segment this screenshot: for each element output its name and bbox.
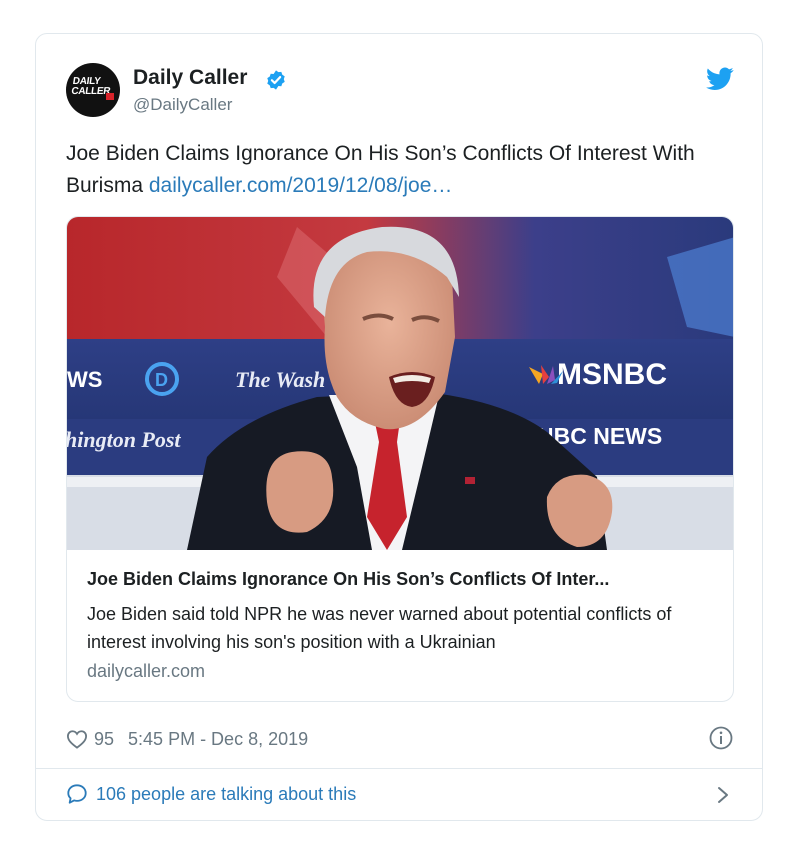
tweet-text: Joe Biden Claims Ignorance On His Son’s … [66,138,736,202]
avatar[interactable]: DAILY CALLER [66,63,120,117]
conversation-link[interactable]: 106 people are talking about this [66,783,356,805]
link-card-domain: dailycaller.com [87,661,206,681]
photo-text-washpost-2: hington Post [67,427,181,452]
tweet-link[interactable]: dailycaller.com/2019/12/08/joe… [149,174,453,197]
link-card-description: Joe Biden said told NPR he was never war… [87,604,672,652]
link-card[interactable]: WS D The Wash hington Post MSNBC NBC NEW… [66,216,734,702]
twitter-bird-icon[interactable] [706,67,734,91]
photo-text-washpost-1: The Wash [235,367,325,392]
chevron-right-icon[interactable] [716,786,730,804]
conversation-label[interactable]: 106 people are talking about this [96,784,356,805]
embedded-tweet: DAILY CALLER Daily Caller @DailyCaller J… [35,33,763,821]
photo-text-msnbc: MSNBC [557,358,667,391]
author-handle[interactable]: @DailyCaller [133,95,232,115]
verified-icon [267,70,285,90]
author-name[interactable]: Daily Caller [133,66,247,90]
like-count[interactable]: 95 [94,729,114,750]
heart-icon[interactable] [66,729,88,749]
article-photo[interactable]: WS D The Wash hington Post MSNBC NBC NEW… [67,217,734,550]
avatar-logo-accent [106,93,114,100]
divider [36,768,762,769]
info-icon[interactable] [709,726,733,750]
link-card-title[interactable]: Joe Biden Claims Ignorance On His Son’s … [87,569,715,590]
timestamp[interactable]: 5:45 PM - Dec 8, 2019 [128,729,308,750]
comment-bubble-icon [67,784,87,804]
democrats-logo-letter: D [155,370,168,390]
tweet-meta: 95 5:45 PM - Dec 8, 2019 [66,726,308,752]
photo-text-ws: WS [67,367,102,392]
